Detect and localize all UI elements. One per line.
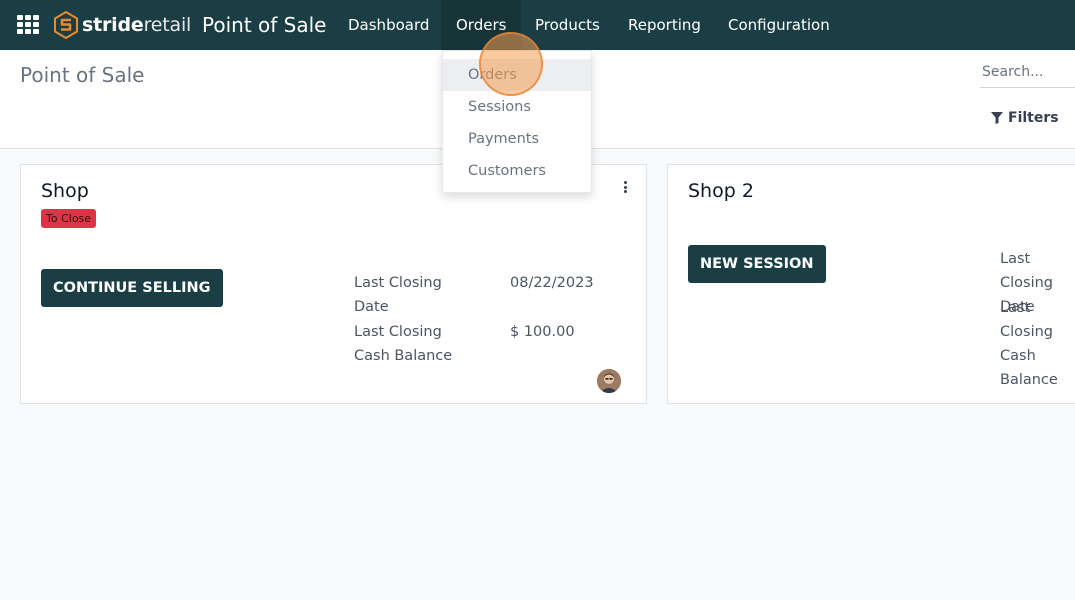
card-title: Shop <box>41 180 89 202</box>
nav-configuration[interactable]: Configuration <box>713 0 845 50</box>
click-indicator <box>479 32 543 96</box>
brand-logo[interactable]: strideretail <box>54 10 191 40</box>
filters-label: Filters <box>1008 110 1059 126</box>
menu-item-customers[interactable]: Customers <box>443 155 591 187</box>
continue-selling-button[interactable]: CONTINUE SELLING <box>41 269 223 307</box>
app-title[interactable]: Point of Sale <box>202 13 326 37</box>
pos-card-shop-2: Shop 2 NEW SESSION Last Closing Date Las… <box>667 164 1075 404</box>
menu-item-sessions[interactable]: Sessions <box>443 91 591 123</box>
funnel-icon <box>991 112 1003 124</box>
filters-button[interactable]: Filters <box>991 110 1059 126</box>
last-closing-date-label: Last Closing Date <box>354 275 442 315</box>
last-closing-cash-value: $ 100.00 <box>510 324 575 340</box>
last-closing-cash-label: Last Closing Cash Balance <box>354 324 453 364</box>
pos-card-shop: Shop To Close CONTINUE SELLING Last Clos… <box>20 164 647 404</box>
top-navbar: strideretail Point of Sale Dashboard Ord… <box>0 0 1075 50</box>
stride-logo-icon <box>54 11 78 39</box>
last-closing-cash-label: Last Closing Cash Balance <box>1000 300 1058 388</box>
brand-name: strideretail <box>82 14 192 36</box>
search-input[interactable]: Search... <box>980 60 1075 88</box>
new-session-button[interactable]: NEW SESSION <box>688 245 826 283</box>
status-badge: To Close <box>41 209 97 228</box>
vertical-dots-icon[interactable] <box>621 181 629 195</box>
menu-item-payments[interactable]: Payments <box>443 123 591 155</box>
user-avatar[interactable] <box>597 369 621 393</box>
grid-icon[interactable] <box>17 15 39 35</box>
last-closing-date-value: 08/22/2023 <box>510 275 594 291</box>
nav-dashboard[interactable]: Dashboard <box>333 0 444 50</box>
page-title: Point of Sale <box>20 63 145 87</box>
card-title: Shop 2 <box>688 180 754 202</box>
nav-reporting[interactable]: Reporting <box>613 0 716 50</box>
